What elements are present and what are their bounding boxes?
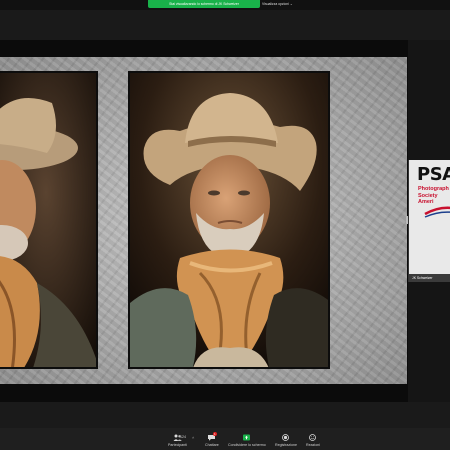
smiley-icon: [308, 434, 317, 441]
share-screen-button[interactable]: Condividere lo schermo: [228, 434, 266, 450]
portrait-photo-left: [0, 71, 98, 369]
record-label: Registrazione: [275, 443, 297, 447]
reactions-button[interactable]: Reazioni: [306, 434, 320, 450]
psa-logo-subtitle: Photograph Society Ameri: [418, 186, 449, 205]
screen-share-notice[interactable]: Stai visualizzando lo schermo di JK Schw…: [148, 0, 260, 8]
share-screen-icon: [242, 434, 251, 441]
reactions-label: Reazioni: [306, 443, 320, 447]
view-options-menu[interactable]: Visualizza opzioni ⌄: [262, 0, 293, 8]
participant-name: JK Schweizer: [412, 276, 433, 280]
chat-label: Chattare: [205, 443, 219, 447]
participant-name-tag: JK Schweizer: [409, 274, 450, 282]
psa-logo-text: PSA: [417, 164, 450, 185]
participants-label: Partecipanti: [168, 443, 187, 447]
portrait-photo-main: [128, 71, 330, 369]
share-screen-label: Condividere lo schermo: [228, 443, 266, 447]
record-icon: [281, 434, 290, 441]
chat-unread-badge: 1: [213, 432, 217, 436]
cowboy-portrait-left-image: [0, 73, 96, 367]
cowboy-portrait-main-image: [130, 73, 328, 367]
participant-video-tile[interactable]: PSA Photograph Society Ameri JK Schweize…: [408, 160, 450, 282]
presentation-slide: [0, 57, 407, 384]
top-bar: Stai visualizzando lo schermo di JK Schw…: [0, 0, 450, 10]
meeting-toolbar: 124 ˄ Partecipanti 1 Chattare Condivider…: [0, 428, 450, 450]
record-button[interactable]: Registrazione: [275, 434, 297, 450]
participants-button[interactable]: 124 ˄ Partecipanti: [168, 434, 194, 450]
chevron-up-icon[interactable]: ˄: [192, 435, 194, 440]
psa-swoosh-icon: [424, 206, 450, 218]
chat-button[interactable]: 1 Chattare: [205, 432, 219, 450]
participants-count: 124: [180, 435, 186, 439]
